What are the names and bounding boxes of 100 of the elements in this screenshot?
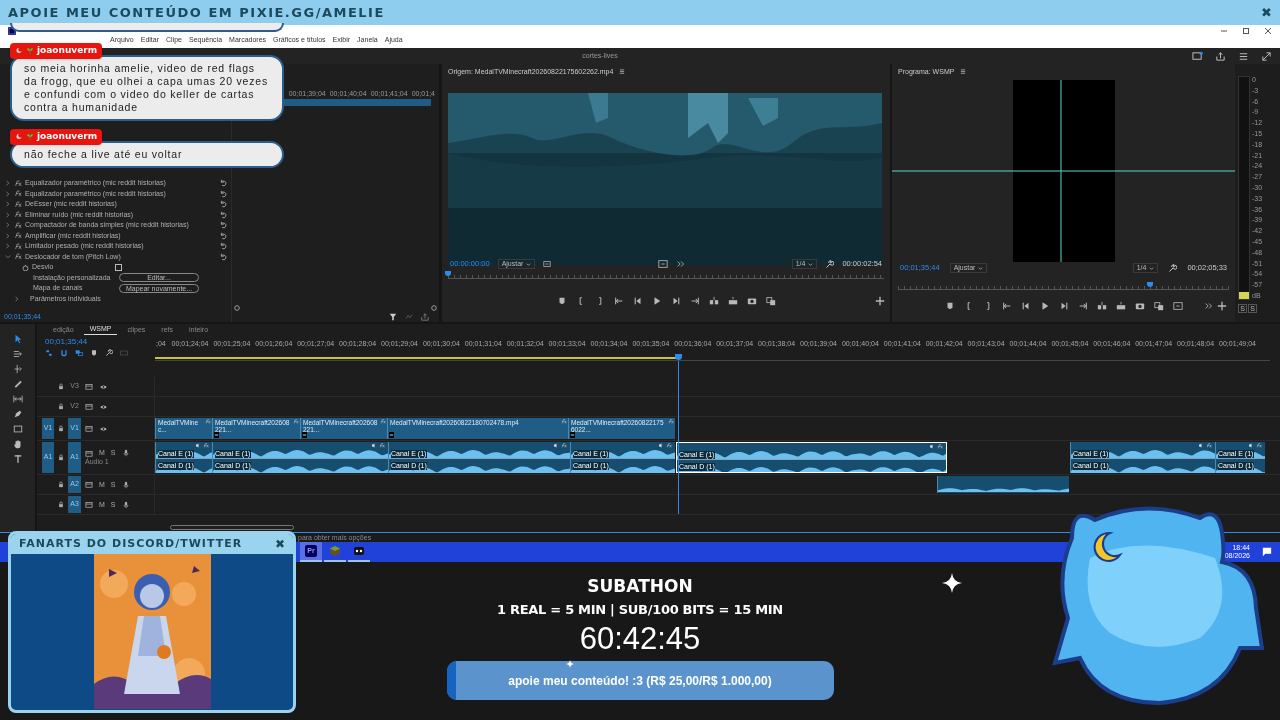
- fx-icon: [668, 419, 674, 424]
- sync-lock-icon[interactable]: [85, 449, 93, 457]
- fx-icon: [380, 419, 386, 424]
- extract-icon[interactable]: [657, 259, 668, 269]
- audio-clip[interactable]: [937, 476, 1069, 493]
- type-tool-icon[interactable]: [12, 454, 23, 464]
- lock-icon[interactable]: [58, 403, 64, 410]
- lock-icon[interactable]: [58, 481, 64, 488]
- insert-icon[interactable]: [1096, 301, 1107, 311]
- filter-icon[interactable]: [389, 313, 397, 321]
- sync-lock-icon[interactable]: [85, 481, 93, 488]
- lock-icon[interactable]: [58, 383, 64, 390]
- go-to-in-icon[interactable]: [613, 295, 624, 306]
- close-button[interactable]: ✖: [275, 535, 285, 553]
- overwrite-icon[interactable]: [727, 295, 738, 306]
- slip-icon[interactable]: [12, 394, 23, 404]
- close-icon[interactable]: [1264, 26, 1272, 35]
- transition-icon[interactable]: [214, 432, 219, 438]
- rectangle-icon[interactable]: [12, 424, 23, 434]
- sync-lock-icon[interactable]: [85, 501, 93, 508]
- export-icon[interactable]: [421, 313, 429, 321]
- notification-icon[interactable]: [1262, 547, 1272, 557]
- settings-icon[interactable]: [543, 260, 552, 268]
- reset-icon[interactable]: [219, 210, 227, 219]
- eye-icon[interactable]: [99, 402, 108, 411]
- marker-icon[interactable]: [90, 349, 98, 357]
- fx-icon: [14, 200, 22, 208]
- go-to-in-icon[interactable]: [1001, 301, 1012, 311]
- reset-icon[interactable]: [219, 242, 227, 251]
- workspace-icon[interactable]: [1192, 50, 1203, 62]
- track-select-icon[interactable]: [12, 349, 23, 359]
- reset-icon[interactable]: [219, 252, 227, 261]
- camera-icon[interactable]: [1134, 301, 1145, 311]
- ripple-edit-icon[interactable]: [12, 364, 23, 374]
- overwrite-icon[interactable]: [1115, 301, 1126, 311]
- maximize-icon[interactable]: [1242, 26, 1250, 35]
- username: joaonuverm: [37, 44, 98, 58]
- transition-icon[interactable]: [302, 432, 307, 438]
- menu-icon[interactable]: [1238, 50, 1249, 62]
- reset-icon[interactable]: [219, 231, 227, 240]
- playhead-handle[interactable]: [445, 271, 451, 276]
- lock-icon[interactable]: [58, 454, 64, 461]
- eye-icon[interactable]: [99, 382, 108, 391]
- sparkle-icon: [566, 660, 574, 668]
- close-button[interactable]: ✖: [1261, 2, 1272, 23]
- reset-icon[interactable]: [219, 221, 227, 230]
- wrench-icon[interactable]: [825, 259, 835, 269]
- extract-icon[interactable]: [1172, 301, 1183, 311]
- reset-icon[interactable]: [219, 189, 227, 198]
- insert-icon[interactable]: [708, 295, 719, 306]
- sync-lock-icon[interactable]: [85, 403, 93, 410]
- sync-lock-icon[interactable]: [85, 383, 93, 390]
- timecode: 00;01;35;44: [45, 337, 89, 347]
- goal-text: apoie meu conteúdo! :3 (R$ 25,00/R$ 1.000,00): [508, 672, 772, 690]
- step-back-icon[interactable]: [1020, 301, 1031, 311]
- snap-icon[interactable]: [60, 349, 68, 357]
- playhead-handle[interactable]: [1146, 282, 1153, 287]
- hand-icon[interactable]: [12, 439, 23, 449]
- grass-block-icon: [329, 545, 341, 557]
- more-icon[interactable]: [1204, 301, 1214, 311]
- microphone-icon[interactable]: [121, 449, 130, 457]
- pen-icon[interactable]: [12, 409, 23, 419]
- stopwatch-icon[interactable]: [22, 263, 29, 271]
- eye-icon[interactable]: [99, 424, 108, 433]
- compare-icon[interactable]: [765, 295, 776, 306]
- add-button-icon[interactable]: [1217, 301, 1227, 311]
- transition-icon[interactable]: [570, 432, 575, 438]
- step-back-icon[interactable]: [632, 295, 643, 306]
- linked-selection-icon[interactable]: [75, 349, 83, 357]
- wrench-icon[interactable]: [1168, 263, 1178, 273]
- add-button-icon[interactable]: [875, 295, 885, 306]
- microphone-icon[interactable]: [121, 500, 130, 509]
- reset-icon[interactable]: [219, 200, 227, 209]
- lock-icon[interactable]: [58, 425, 64, 432]
- compare-icon[interactable]: [1153, 301, 1164, 311]
- scroll-bar[interactable]: [170, 524, 294, 530]
- microphone-icon[interactable]: [121, 480, 130, 489]
- menu-icon[interactable]: [960, 69, 967, 75]
- menu-icon[interactable]: [619, 69, 626, 75]
- lock-icon[interactable]: [58, 501, 64, 508]
- clip-bar[interactable]: [284, 99, 431, 106]
- fx-icon: [1256, 443, 1262, 448]
- go-to-out-icon[interactable]: [1077, 301, 1088, 311]
- transition-icon[interactable]: [389, 432, 394, 438]
- checkbox[interactable]: [115, 263, 122, 271]
- nest-icon[interactable]: [45, 349, 53, 357]
- wrench-icon[interactable]: [105, 349, 113, 357]
- reset-icon[interactable]: [219, 179, 227, 188]
- more-icon[interactable]: [675, 259, 686, 269]
- fx-icon: [205, 419, 211, 424]
- share-icon[interactable]: [1215, 50, 1226, 62]
- scroll-handle-icon[interactable]: [234, 305, 240, 311]
- playhead-handle[interactable]: [675, 354, 682, 360]
- fx-icon: [14, 253, 22, 261]
- scroll-handle-icon[interactable]: [431, 305, 437, 311]
- sync-lock-icon[interactable]: [85, 425, 93, 432]
- wave-toggle-icon[interactable]: [405, 313, 413, 321]
- go-to-out-icon[interactable]: [689, 295, 700, 306]
- fullscreen-icon[interactable]: [1261, 50, 1272, 62]
- razor-icon[interactable]: [12, 379, 23, 389]
